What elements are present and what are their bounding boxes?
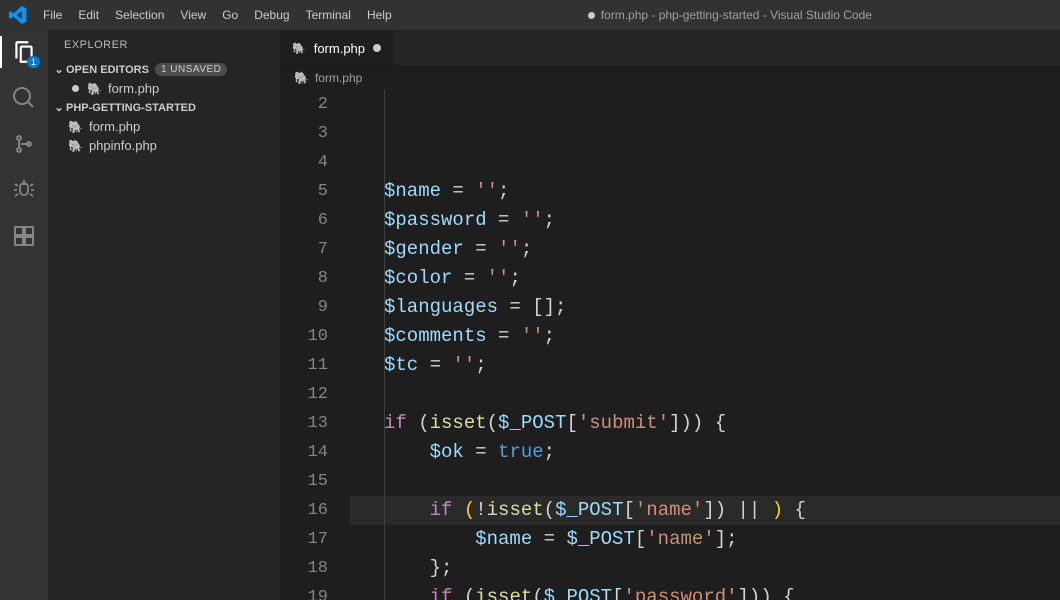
file-name: form.php [108,81,159,96]
unsaved-badge: 1 UNSAVED [155,63,227,76]
breadcrumb-label: form.php [315,71,362,85]
editor-area: 🐘 form.php 🐘 form.php 234567891011121314… [280,30,1060,600]
php-file-icon: 🐘 [87,82,102,96]
vscode-logo-icon [0,6,35,24]
menu-terminal[interactable]: Terminal [298,0,359,30]
dirty-indicator-icon [588,12,595,19]
menu-bar: FileEditSelectionViewGoDebugTerminalHelp [35,0,400,30]
chevron-down-icon: ⌄ [52,101,66,114]
main-area: 1 EXPLORER ⌄ OPEN EDITORS 1 UNSAVED 🐘 for… [0,30,1060,600]
tab-form-php[interactable]: 🐘 form.php [280,30,394,66]
activity-bar: 1 [0,30,48,600]
menu-debug[interactable]: Debug [246,0,297,30]
menu-selection[interactable]: Selection [107,0,172,30]
line-gutter: 2345678910111213141516171819 [280,90,350,600]
workspace-header[interactable]: ⌄ PHP-GETTING-STARTED [48,98,280,117]
code-editor[interactable]: 2345678910111213141516171819 $name = '';… [280,90,1060,600]
sidebar: EXPLORER ⌄ OPEN EDITORS 1 UNSAVED 🐘 form.… [48,30,280,600]
search-icon[interactable] [10,84,38,112]
breadcrumb[interactable]: 🐘 form.php [280,66,1060,90]
workspace-label: PHP-GETTING-STARTED [66,102,196,114]
explorer-icon[interactable]: 1 [10,38,38,66]
file-name: form.php [89,119,140,134]
open-editors-header[interactable]: ⌄ OPEN EDITORS 1 UNSAVED [48,60,280,79]
debug-icon[interactable] [10,176,38,204]
titlebar: FileEditSelectionViewGoDebugTerminalHelp… [0,0,1060,30]
code-content[interactable]: $name = '';$password = '';$gender = '';$… [350,90,1060,600]
menu-go[interactable]: Go [214,0,246,30]
dirty-indicator-icon [373,44,381,52]
menu-view[interactable]: View [172,0,214,30]
menu-help[interactable]: Help [359,0,400,30]
php-file-icon: 🐘 [294,71,309,85]
source-control-icon[interactable] [10,130,38,158]
file-item[interactable]: 🐘 phpinfo.php [48,136,280,155]
editor-tabs: 🐘 form.php [280,30,1060,66]
php-file-icon: 🐘 [68,120,83,134]
window-title: form.php - php-getting-started - Visual … [400,8,1060,22]
php-file-icon: 🐘 [292,42,306,55]
chevron-down-icon: ⌄ [52,63,66,76]
php-file-icon: 🐘 [68,139,83,153]
dirty-indicator-icon [72,85,79,92]
tab-label: form.php [314,41,365,56]
sidebar-title: EXPLORER [48,30,280,60]
menu-edit[interactable]: Edit [70,0,107,30]
file-name: phpinfo.php [89,138,157,153]
extensions-icon[interactable] [10,222,38,250]
open-editors-label: OPEN EDITORS [66,64,149,76]
open-editor-item[interactable]: 🐘 form.php [48,79,280,98]
file-item[interactable]: 🐘 form.php [48,117,280,136]
explorer-badge: 1 [27,56,40,68]
window-title-text: form.php - php-getting-started - Visual … [601,8,872,22]
menu-file[interactable]: File [35,0,70,30]
